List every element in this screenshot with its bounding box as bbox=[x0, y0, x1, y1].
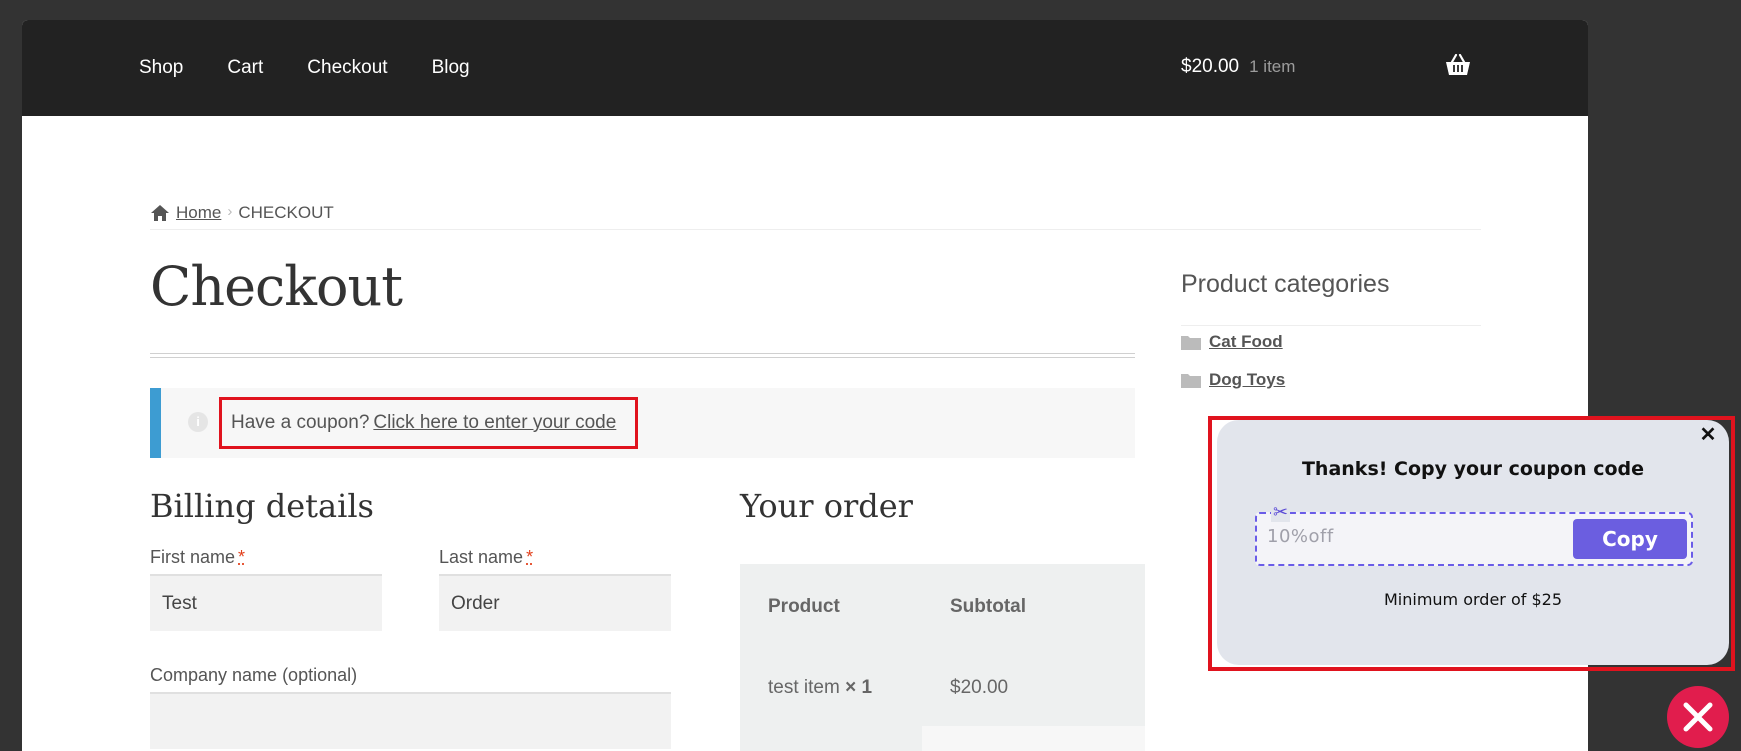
folder-icon bbox=[1181, 374, 1201, 388]
coupon-code-field: ✂ 10%off Copy bbox=[1255, 504, 1693, 566]
order-item-name: test item × 1 bbox=[768, 677, 872, 699]
last-name-field[interactable] bbox=[439, 574, 671, 631]
order-item-subtotal: $20.00 bbox=[950, 677, 1009, 698]
order-item-qty: × 1 bbox=[845, 677, 873, 698]
category-link-cat-food[interactable]: Cat Food bbox=[1209, 332, 1283, 352]
home-icon bbox=[151, 205, 169, 221]
table-cell bbox=[922, 726, 1145, 751]
coupon-notice-highlight: Have a coupon? Click here to enter your … bbox=[219, 397, 638, 449]
title-divider bbox=[150, 353, 1135, 358]
billing-heading: Billing details bbox=[150, 487, 374, 525]
header-cart-summary[interactable]: $20.00 1 item bbox=[1181, 56, 1295, 78]
breadcrumb-home-link[interactable]: Home bbox=[176, 203, 221, 223]
company-name-field[interactable] bbox=[150, 692, 671, 749]
first-name-label-text: First name bbox=[150, 547, 236, 567]
last-name-label: Last name * bbox=[439, 547, 533, 568]
company-name-label: Company name (optional) bbox=[150, 665, 358, 685]
order-heading: Your order bbox=[740, 487, 913, 525]
category-item: Cat Food bbox=[1181, 332, 1283, 352]
folder-icon bbox=[1181, 336, 1201, 350]
chevron-right-icon: › bbox=[227, 203, 233, 220]
cart-count: 1 item bbox=[1249, 57, 1296, 76]
scissors-icon: ✂ bbox=[1271, 502, 1291, 523]
column-header-subtotal: Subtotal bbox=[950, 596, 1026, 617]
category-item: Dog Toys bbox=[1181, 370, 1285, 390]
first-name-field[interactable] bbox=[150, 574, 382, 631]
close-icon[interactable]: ✕ bbox=[1697, 424, 1719, 446]
cart-total: $20.00 bbox=[1181, 56, 1240, 77]
coupon-popup: ✕ Thanks! Copy your coupon code ✂ 10%off… bbox=[1217, 420, 1729, 665]
category-link-dog-toys[interactable]: Dog Toys bbox=[1209, 370, 1285, 390]
sidebar-heading: Product categories bbox=[1181, 270, 1481, 326]
minimum-order-text: Minimum order of $25 bbox=[1383, 590, 1563, 609]
info-icon: i bbox=[188, 412, 208, 432]
order-item-name-text: test item bbox=[768, 677, 840, 698]
site-header: Shop Cart Checkout Blog $20.00 1 item bbox=[22, 20, 1588, 116]
popup-title: Thanks! Copy your coupon code bbox=[1301, 458, 1645, 480]
required-marker: * bbox=[238, 547, 246, 567]
nav-item-shop[interactable]: Shop bbox=[139, 57, 183, 79]
required-marker: * bbox=[526, 547, 534, 567]
coupon-code: 10%off bbox=[1267, 526, 1334, 547]
order-review-table: Product Subtotal test item × 1 $20.00 bbox=[740, 564, 1145, 751]
last-name-label-text: Last name bbox=[439, 547, 524, 567]
nav-item-cart[interactable]: Cart bbox=[227, 57, 263, 79]
close-icon bbox=[1683, 702, 1713, 732]
primary-nav: Shop Cart Checkout Blog bbox=[139, 20, 470, 116]
page-title: Checkout bbox=[150, 255, 403, 318]
basket-icon[interactable] bbox=[1445, 54, 1471, 76]
breadcrumb: Home › CHECKOUT bbox=[150, 203, 1481, 230]
dismiss-popup-button[interactable] bbox=[1667, 686, 1729, 748]
column-header-product: Product bbox=[768, 596, 840, 617]
coupon-notice: i Have a coupon? Click here to enter you… bbox=[150, 388, 1135, 458]
breadcrumb-current: CHECKOUT bbox=[238, 203, 334, 222]
nav-item-checkout[interactable]: Checkout bbox=[307, 57, 388, 116]
nav-item-blog[interactable]: Blog bbox=[432, 57, 470, 79]
enter-coupon-link[interactable]: Click here to enter your code bbox=[373, 412, 616, 434]
first-name-label: First name * bbox=[150, 547, 245, 568]
copy-button[interactable]: Copy bbox=[1573, 519, 1687, 559]
coupon-prompt: Have a coupon? bbox=[231, 412, 370, 433]
